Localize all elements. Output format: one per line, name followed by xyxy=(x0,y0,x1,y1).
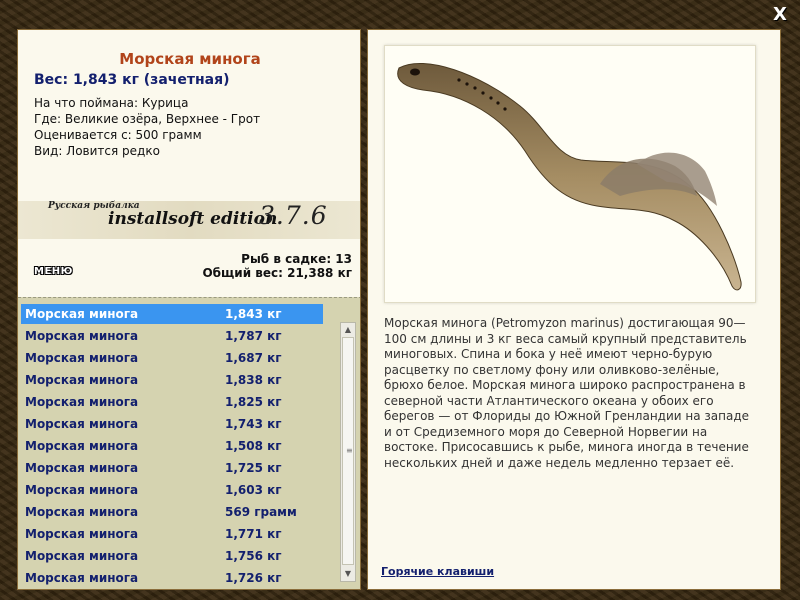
scroll-down-icon[interactable]: ▼ xyxy=(341,567,355,581)
fish-weight: Вес: 1,843 кг (зачетная) xyxy=(34,72,230,88)
list-item-name: Морская минога xyxy=(25,417,139,431)
menu-button[interactable]: МЕНЮ xyxy=(34,266,73,277)
lamprey-illustration xyxy=(397,63,742,291)
catch-stats: Рыб в садке: 13 Общий вес: 21,388 кг xyxy=(202,252,352,280)
valued-from-text: Оценивается с: 500 грамм xyxy=(34,128,202,142)
list-item[interactable]: Морская минога 1,771 кг xyxy=(21,524,323,544)
hotkeys-link[interactable]: Горячие клавиши xyxy=(381,565,494,578)
list-item-weight: 1,825 кг xyxy=(225,395,282,409)
list-item-weight: 1,726 кг xyxy=(225,571,282,585)
fish-image xyxy=(384,45,756,303)
list-item-name: Морская минога xyxy=(25,483,139,497)
list-item-name: Морская минога xyxy=(25,571,139,585)
list-item[interactable]: Морская минога 1,725 кг xyxy=(21,458,323,478)
list-item[interactable]: Морская минога 1,603 кг xyxy=(21,480,323,500)
list-item-weight: 1,687 кг xyxy=(225,351,282,365)
list-item-weight: 1,743 кг xyxy=(225,417,282,431)
fish-info-panel: Морская минога Вес: 1,843 кг (зачетная) … xyxy=(17,29,361,590)
list-item[interactable]: Морская минога 1,843 кг xyxy=(21,304,323,324)
location-text: Где: Великие озёра, Верхнее - Грот xyxy=(34,112,261,126)
edition-main-text: installsoft edition xyxy=(108,209,278,229)
list-item-weight: 1,787 кг xyxy=(225,329,282,343)
close-button[interactable]: X xyxy=(770,5,790,25)
scroll-thumb[interactable]: ≡ xyxy=(342,337,354,565)
list-item[interactable]: Морская минога 569 грамм xyxy=(21,502,323,522)
catch-list: Морская минога 1,843 кг Морская минога 1… xyxy=(18,297,360,589)
rarity-text: Вид: Ловится редко xyxy=(34,144,160,158)
fish-description: Морская минога (Petromyzon marinus) дост… xyxy=(384,316,750,470)
list-item[interactable]: Морская минога 1,825 кг xyxy=(21,392,323,412)
fish-count: Рыб в садке: 13 xyxy=(241,252,352,266)
list-item-name: Морская минога xyxy=(25,461,139,475)
list-item-weight: 1,838 кг xyxy=(225,373,282,387)
caught-on-text: На что поймана: Курица xyxy=(34,96,189,110)
list-item-name: Морская минога xyxy=(25,395,139,409)
edition-version: 3.7.6 xyxy=(259,201,328,230)
list-item-name: Морская минога xyxy=(25,373,139,387)
list-item-name: Морская минога xyxy=(25,329,139,343)
scroll-up-icon[interactable]: ▲ xyxy=(341,323,355,337)
list-item-name: Морская минога xyxy=(25,549,139,563)
list-item-weight: 1,508 кг xyxy=(225,439,282,453)
list-item-name: Морская минога xyxy=(25,527,139,541)
list-item[interactable]: Морская минога 1,838 кг xyxy=(21,370,323,390)
fish-detail-panel: Морская минога (Petromyzon marinus) дост… xyxy=(367,29,781,590)
list-item-weight: 1,756 кг xyxy=(225,549,282,563)
list-item[interactable]: Морская минога 1,756 кг xyxy=(21,546,323,566)
list-item-weight: 1,771 кг xyxy=(225,527,282,541)
list-item[interactable]: Морская минога 1,743 кг xyxy=(21,414,323,434)
edition-logo: Русская рыбалка installsoft edition 3.7.… xyxy=(18,201,360,239)
grip-icon: ≡ xyxy=(346,446,353,455)
total-weight: Общий вес: 21,388 кг xyxy=(202,266,352,280)
list-item-weight: 1,603 кг xyxy=(225,483,282,497)
fish-details: На что поймана: Курица Где: Великие озёр… xyxy=(34,95,260,159)
list-item-weight: 569 грамм xyxy=(225,505,297,519)
fish-title: Морская минога xyxy=(119,50,261,68)
list-item-name: Морская минога xyxy=(25,505,139,519)
list-scrollbar[interactable]: ▲ ≡ ▼ xyxy=(340,322,356,582)
list-item[interactable]: Морская минога 1,726 кг xyxy=(21,568,323,588)
list-item[interactable]: Морская минога 1,787 кг xyxy=(21,326,323,346)
list-item[interactable]: Морская минога 1,687 кг xyxy=(21,348,323,368)
list-item[interactable]: Морская минога 1,508 кг xyxy=(21,436,323,456)
list-item-name: Морская минога xyxy=(25,439,139,453)
list-item-name: Морская минога xyxy=(25,307,139,321)
list-item-name: Морская минога xyxy=(25,351,139,365)
list-item-weight: 1,843 кг xyxy=(225,307,282,321)
list-item-weight: 1,725 кг xyxy=(225,461,282,475)
